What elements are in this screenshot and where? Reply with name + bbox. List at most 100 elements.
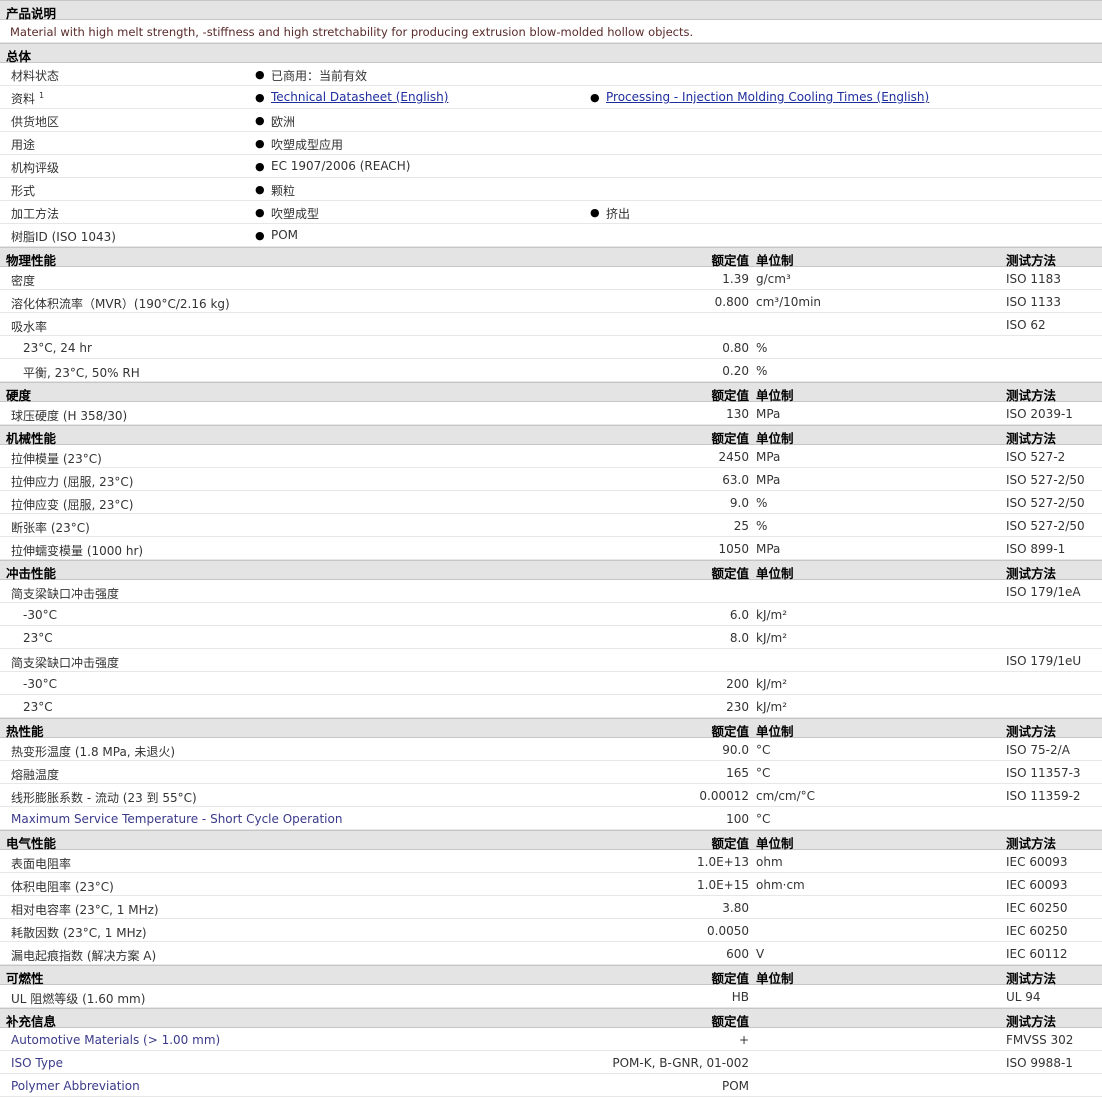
property-row: 密度 1.39 g/cm³ ISO 1183	[0, 267, 1102, 290]
property-label: 23°C	[23, 631, 53, 645]
property-value: POM-K, B-GNR, 01-002	[612, 1056, 749, 1070]
property-row: 23°C, 24 hr 0.80%	[0, 336, 1102, 359]
general-label-text: 资料	[11, 92, 36, 106]
property-value: 9.0	[729, 496, 749, 510]
test-method: UL 94	[1006, 990, 1041, 1004]
property-value: POM	[721, 1079, 749, 1093]
general-value: 吹塑成型	[271, 207, 320, 221]
property-row: 平衡, 23°C, 50% RH 0.20%	[0, 359, 1102, 382]
test-method: IEC 60112	[1006, 947, 1068, 961]
property-value: 8.0	[729, 631, 749, 645]
test-method: IEC 60250	[1006, 924, 1068, 938]
property-label: 体积电阻率 (23°C)	[11, 880, 114, 894]
property-unit: V	[756, 947, 765, 961]
property-label: 拉伸应力 (屈服, 23°C)	[11, 475, 134, 489]
bullet-icon: ●	[255, 183, 265, 196]
general-label-text: 材料状态	[11, 69, 60, 83]
datasheet-link[interactable]: Technical Datasheet (English)	[271, 90, 448, 104]
property-label: 吸水率	[11, 320, 48, 334]
property-value: 6.0	[729, 608, 749, 622]
section-header: 补充信息 额定值 测试方法	[0, 1008, 1102, 1029]
section-header: 冲击性能 额定值 单位制 测试方法	[0, 560, 1102, 581]
property-row: 热变形温度 (1.8 MPa, 未退火) 90.0 °C ISO 75-2/A	[0, 738, 1102, 761]
test-method: IEC 60093	[1006, 855, 1068, 869]
property-value: 1050	[718, 542, 749, 556]
general-label-text: 树脂ID (ISO 1043)	[11, 230, 116, 244]
section-header: 热性能 额定值 单位制 测试方法	[0, 718, 1102, 739]
property-unit: kJ/m²	[756, 700, 788, 714]
property-label: Polymer Abbreviation	[11, 1079, 140, 1093]
property-row: 简支梁缺口冲击强度 ISO 179/1eU	[0, 649, 1102, 672]
general-label-text: 形式	[11, 184, 36, 198]
section-header: 物理性能 额定值 单位制 测试方法	[0, 247, 1102, 268]
general-row: 加工方法 ● 吹塑成型 ● 挤出	[0, 201, 1102, 224]
property-row: 断张率 (23°C) 25% ISO 527-2/50	[0, 514, 1102, 537]
property-value: 3.80	[722, 901, 749, 915]
property-label: 23°C, 24 hr	[23, 341, 92, 355]
section-header-general: 总体	[0, 43, 1102, 64]
property-unit: %	[756, 341, 768, 355]
property-value: 0.20	[722, 364, 749, 378]
general-label-text: 供货地区	[11, 115, 60, 129]
general-label: 用途	[11, 136, 35, 153]
property-unit: %	[756, 364, 768, 378]
general-label: 材料状态	[11, 67, 59, 84]
test-method: ISO 179/1eA	[1006, 585, 1081, 599]
general-value: 颗粒	[271, 184, 296, 198]
property-label: 23°C	[23, 700, 53, 714]
property-value: 0.00012	[699, 789, 749, 803]
property-label: ISO Type	[11, 1056, 63, 1070]
general-value: POM	[271, 228, 299, 242]
property-value: 25	[733, 519, 749, 533]
property-label: 密度	[11, 274, 36, 288]
property-unit: ohm	[756, 855, 783, 869]
test-method: ISO 179/1eU	[1006, 654, 1082, 668]
general-row: 供货地区 ● 欧洲	[0, 109, 1102, 132]
property-value: 165	[726, 766, 749, 780]
general-value: 吹塑成型应用	[271, 138, 344, 152]
property-row: 简支梁缺口冲击强度 ISO 179/1eA	[0, 580, 1102, 603]
bullet-icon: ●	[255, 68, 265, 81]
property-label: 平衡, 23°C, 50% RH	[23, 366, 140, 380]
general-rows: 材料状态 ● 已商用：当前有效 资料 1 ● Technical Datasheet (En…	[0, 63, 1102, 247]
property-row: 溶化体积流率（MVR）(190°C/2.16 kg) 0.800 cm³/10min…	[0, 290, 1102, 313]
general-value: EC 1907/2006 (REACH)	[271, 159, 411, 173]
property-label: 简支梁缺口冲击强度	[11, 656, 120, 670]
general-label-text: 用途	[11, 138, 36, 152]
property-unit: MPa	[756, 450, 781, 464]
property-row: 熔融温度 165 °C ISO 11357-3	[0, 761, 1102, 784]
test-method: ISO 9988-1	[1006, 1056, 1073, 1070]
property-value: 130	[726, 407, 749, 421]
property-row: Maximum Service Temperature - Short Cycl…	[0, 807, 1102, 830]
property-row: 拉伸应力 (屈服, 23°C) 63.0 MPa ISO 527-2/50	[0, 468, 1102, 491]
general-label: 加工方法	[11, 205, 59, 222]
section-header: 机械性能 额定值 单位制 测试方法	[0, 425, 1102, 446]
property-unit: cm/cm/°C	[756, 789, 816, 803]
general-row: 树脂ID (ISO 1043) ● POM	[0, 224, 1102, 247]
property-unit: kJ/m²	[756, 631, 788, 645]
property-value: 200	[726, 677, 749, 691]
property-value: 90.0	[722, 743, 749, 757]
general-label: 形式	[11, 182, 35, 199]
property-value: 1.0E+13	[697, 855, 749, 869]
processing-link[interactable]: Processing - Injection Molding Cooling T…	[606, 90, 929, 104]
general-value-2: 挤出	[606, 207, 631, 221]
property-row: UL 阻燃等级 (1.60 mm) HB UL 94	[0, 985, 1102, 1008]
property-unit: g/cm³	[756, 272, 791, 286]
general-label-text: 机构评级	[11, 161, 60, 175]
property-value: 230	[726, 700, 749, 714]
general-label: 机构评级	[11, 159, 59, 176]
test-method: ISO 1133	[1006, 295, 1061, 309]
property-label: 简支梁缺口冲击强度	[11, 587, 120, 601]
property-label: Automotive Materials (> 1.00 mm)	[11, 1033, 221, 1047]
property-label: 热变形温度 (1.8 MPa, 未退火)	[11, 745, 176, 759]
property-value: 1.0E+15	[697, 878, 749, 892]
property-label: 熔融温度	[11, 768, 60, 782]
property-label: 球压硬度 (H 358/30)	[11, 409, 128, 423]
bullet-icon: ●	[255, 160, 265, 173]
test-method: ISO 527-2	[1006, 450, 1066, 464]
property-row: 23°C 8.0 kJ/m²	[0, 626, 1102, 649]
property-row: -30°C 6.0 kJ/m²	[0, 603, 1102, 626]
property-unit: cm³/10min	[756, 295, 822, 309]
description-row: Material with high melt strength, -stiff…	[0, 20, 1102, 43]
